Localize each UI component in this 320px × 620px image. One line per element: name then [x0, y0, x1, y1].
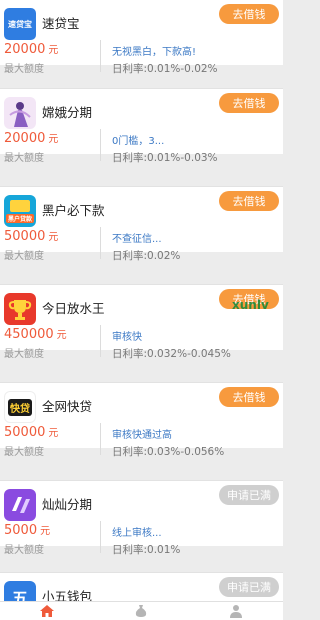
daily-rate: 日利率:0.03%-0.056% [112, 446, 225, 458]
max-amount-label: 最大额度 [4, 251, 44, 262]
divider [100, 40, 101, 72]
product-tag: 0门槛，3... [112, 136, 165, 147]
daily-rate: 日利率:0.032%-0.045% [112, 348, 231, 360]
application-full-button[interactable]: 申请已满 [219, 485, 279, 505]
max-amount: 20000 元 [4, 42, 59, 57]
user-icon [229, 605, 242, 618]
divider [100, 227, 101, 259]
max-amount-label: 最大额度 [4, 545, 44, 556]
tab-home[interactable] [27, 602, 67, 620]
product-tag: 不查征信... [112, 234, 162, 245]
divider [100, 423, 101, 455]
borrow-button[interactable]: 去借钱 [219, 4, 279, 24]
product-tag: 审核快 [112, 332, 142, 343]
product-name: 今日放水王 [42, 301, 105, 316]
heihu-logo-icon: 黑户贷款 [4, 195, 36, 227]
max-amount: 50000 元 [4, 425, 59, 440]
product-card[interactable]: 嫦娥分期 去借钱 20000 元 最大额度 0门槛，3... 日利率:0.01%-… [0, 88, 283, 164]
product-name: 速贷宝 [42, 16, 80, 31]
max-amount: 5000 元 [4, 523, 51, 538]
money-bag-icon [136, 605, 147, 617]
divider [100, 325, 101, 357]
max-amount: 20000 元 [4, 131, 59, 146]
product-name: 黑户必下款 [42, 203, 105, 218]
application-full-button[interactable]: 申请已满 [219, 577, 279, 597]
product-tag: 无视黑白，下款高! [112, 47, 197, 58]
daily-rate: 日利率:0.01%-0.03% [112, 152, 218, 164]
max-amount-label: 最大额度 [4, 447, 44, 458]
product-card[interactable]: 五 小五钱包 申请已满 [0, 572, 283, 601]
product-name: 嫦娥分期 [42, 105, 93, 120]
product-name: 全网快贷 [42, 399, 93, 414]
max-amount: 50000 元 [4, 229, 59, 244]
max-amount-label: 最大额度 [4, 64, 44, 75]
daily-rate: 日利率:0.02% [112, 250, 181, 262]
watermark: xunlv [232, 298, 269, 312]
sudaibao-logo-icon: 速贷宝 [4, 8, 36, 40]
product-card[interactable]: 速贷宝 速贷宝 去借钱 20000 元 最大额度 无视黑白，下款高! 日利率:0.… [0, 0, 283, 75]
tab-loans[interactable] [121, 602, 161, 620]
product-list: 速贷宝 速贷宝 去借钱 20000 元 最大额度 无视黑白，下款高! 日利率:0.… [0, 0, 283, 601]
cancan-logo-icon [4, 489, 36, 521]
max-amount-label: 最大额度 [4, 153, 44, 164]
divider [100, 129, 101, 161]
borrow-button[interactable]: 去借钱 [219, 191, 279, 211]
kuaidai-logo-icon: 快贷 [4, 391, 36, 423]
product-name: 小五钱包 [42, 589, 93, 601]
change-goddess-logo-icon [4, 97, 36, 129]
home-icon [40, 605, 55, 617]
product-tag: 线上审核... [112, 528, 162, 539]
tab-profile[interactable] [216, 602, 256, 620]
product-name: 灿灿分期 [42, 497, 93, 512]
bottom-tab-bar [0, 601, 283, 620]
product-card[interactable]: 今日放水王 去借钱 450000 元 最大额度 审核快 日利率:0.032%-0.… [0, 284, 283, 360]
trophy-logo-icon [4, 293, 36, 325]
daily-rate: 日利率:0.01%-0.02% [112, 63, 218, 75]
product-tag: 审核快通过高 [112, 430, 172, 441]
borrow-button[interactable]: 去借钱 [219, 93, 279, 113]
max-amount-label: 最大额度 [4, 349, 44, 360]
borrow-button[interactable]: 去借钱 [219, 387, 279, 407]
product-card[interactable]: 快贷 全网快贷 去借钱 50000 元 最大额度 审核快通过高 日利率:0.03%… [0, 382, 283, 458]
daily-rate: 日利率:0.01% [112, 544, 181, 556]
product-card[interactable]: 灿灿分期 申请已满 5000 元 最大额度 线上审核... 日利率:0.01% [0, 480, 283, 556]
product-card[interactable]: 黑户贷款 黑户必下款 去借钱 50000 元 最大额度 不查征信... 日利率:0… [0, 186, 283, 262]
max-amount: 450000 元 [4, 327, 67, 342]
xiaowu-logo-icon: 五 [4, 581, 36, 601]
divider [100, 521, 101, 553]
